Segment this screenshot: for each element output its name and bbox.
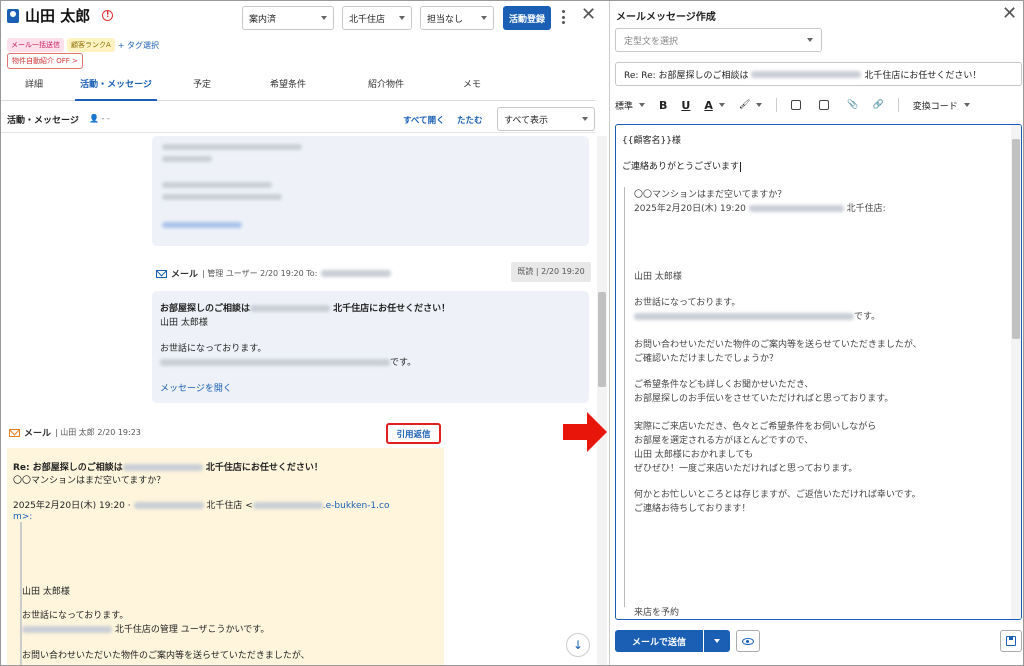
customer-name: 山田 太郎: [25, 7, 91, 25]
staff-select[interactable]: 担当なし: [420, 6, 494, 30]
customer-detail-pane: 山田 太郎 ! メール一括送信 顧客ランクA + タグ選択 物件自動紹介 OFF…: [1, 1, 609, 665]
subject-input[interactable]: Re: Re: お部屋探しのご相談は 北千住店にお任せください！: [615, 62, 1022, 86]
timeline-scrollbar[interactable]: [597, 136, 607, 665]
tab-activity[interactable]: 活動・メッセージ: [67, 73, 165, 101]
tag-rank-a[interactable]: 顧客ランクA: [67, 38, 115, 52]
send-mail-button[interactable]: メールで送信: [615, 630, 703, 652]
tab-memo[interactable]: メモ: [435, 73, 509, 100]
alert-icon[interactable]: !: [102, 10, 114, 21]
chevron-down-icon: [321, 16, 327, 20]
tab-schedule[interactable]: 予定: [165, 73, 239, 100]
show-filter-select[interactable]: すべて表示: [497, 107, 595, 131]
convert-code-select[interactable]: 変換コード: [913, 99, 970, 112]
chevron-down-icon: [481, 16, 487, 20]
scroll-down-button[interactable]: ↓: [566, 633, 590, 657]
mail-icon: [9, 428, 20, 437]
blurred-message-card: [152, 136, 589, 246]
compose-pane: メールメッセージ作成 ✕ 定型文を選択 Re: Re: お部屋探しのご相談は 北…: [609, 1, 1023, 665]
compose-title: メールメッセージ作成: [616, 12, 716, 23]
sent-mail-card: お部屋探しのご相談は 北千住店にお任せください！ 山田 太郎様 お世話になってお…: [152, 291, 589, 403]
bold-button[interactable]: B: [659, 99, 667, 112]
received-mail-card: Re: お部屋探しのご相談は 北千住店にお任せください！ 〇〇マンションはまだ空…: [7, 448, 444, 665]
close-icon[interactable]: ✕: [1002, 4, 1017, 24]
chevron-down-icon: [807, 38, 813, 42]
activity-timeline: メール | 管理 ユーザー 2/20 19:20 To: 既読 | 2/20 1…: [1, 136, 595, 665]
tag-list: メール一括送信 顧客ランクA + タグ選択: [7, 38, 159, 52]
chevron-down-icon: [582, 117, 588, 121]
open-message-link[interactable]: メッセージを開く: [160, 381, 232, 394]
message-body-editor[interactable]: {{顧客名}}様 ご連絡ありがとうございます 〇〇マンションはまだ空いてますか？…: [615, 124, 1022, 620]
quote-reply-button[interactable]: 引用返信: [386, 423, 441, 444]
save-draft-button[interactable]: [1000, 630, 1022, 652]
chevron-down-icon: [714, 639, 720, 643]
close-icon[interactable]: ✕: [581, 5, 596, 25]
mail-icon: [156, 269, 167, 278]
tab-properties[interactable]: 紹介物件: [337, 73, 435, 100]
editor-toolbar: 標準 B U A 🖌 📎 🔗 変換コード: [615, 93, 1022, 117]
activity-toolbar: 活動・メッセージ 👤 - - すべて開く たたむ すべて表示: [1, 105, 595, 133]
image-icon[interactable]: [819, 100, 830, 110]
open-all-link[interactable]: すべて開く: [403, 114, 445, 126]
preview-button[interactable]: [736, 630, 760, 652]
template-select[interactable]: 定型文を選択: [615, 28, 822, 52]
register-activity-button[interactable]: 活動登録: [503, 6, 551, 30]
highlight-color-button[interactable]: 🖌: [739, 100, 763, 110]
sent-mail-meta: メール | 管理 ユーザー 2/20 19:20 To:: [156, 267, 392, 280]
link-icon[interactable]: 🔗: [873, 100, 884, 110]
store-select[interactable]: 北千住店: [342, 6, 412, 30]
activity-title: 活動・メッセージ: [7, 116, 79, 126]
building-icon[interactable]: [791, 100, 802, 110]
auto-intro-toggle[interactable]: 物件自動紹介 OFF >: [7, 53, 83, 69]
text-style-select[interactable]: 標準: [615, 99, 646, 112]
tab-preferences[interactable]: 希望条件: [239, 73, 337, 100]
received-mail-meta: メール | 山田 太郎 2/20 19:23: [9, 426, 141, 439]
add-tag-link[interactable]: + タグ選択: [118, 40, 159, 51]
eye-icon: [742, 637, 754, 645]
more-vertical-icon[interactable]: [561, 10, 565, 24]
underline-button[interactable]: U: [681, 99, 690, 112]
status-select[interactable]: 案内済: [242, 6, 334, 30]
person-filter-icon[interactable]: 👤 - -: [89, 114, 110, 123]
save-icon: [1006, 636, 1016, 646]
read-status-badge: 既読 | 2/20 19:20: [511, 262, 591, 282]
editor-scrollbar[interactable]: [1011, 125, 1021, 619]
red-arrow-icon: [563, 412, 607, 452]
customer-header: 山田 太郎 ! メール一括送信 顧客ランクA + タグ選択 物件自動紹介 OFF…: [1, 1, 609, 69]
tab-details[interactable]: 詳細: [1, 73, 67, 100]
tag-bulk-mail[interactable]: メール一括送信: [7, 38, 64, 52]
chevron-down-icon: [399, 16, 405, 20]
paperclip-icon[interactable]: 📎: [847, 100, 858, 110]
send-options-button[interactable]: [704, 630, 730, 652]
fold-link[interactable]: たたむ: [457, 114, 483, 126]
detail-tabs: 詳細 活動・メッセージ 予定 希望条件 紹介物件 メモ: [1, 73, 595, 101]
font-color-button[interactable]: A: [704, 99, 725, 112]
person-card-icon: [7, 8, 19, 23]
